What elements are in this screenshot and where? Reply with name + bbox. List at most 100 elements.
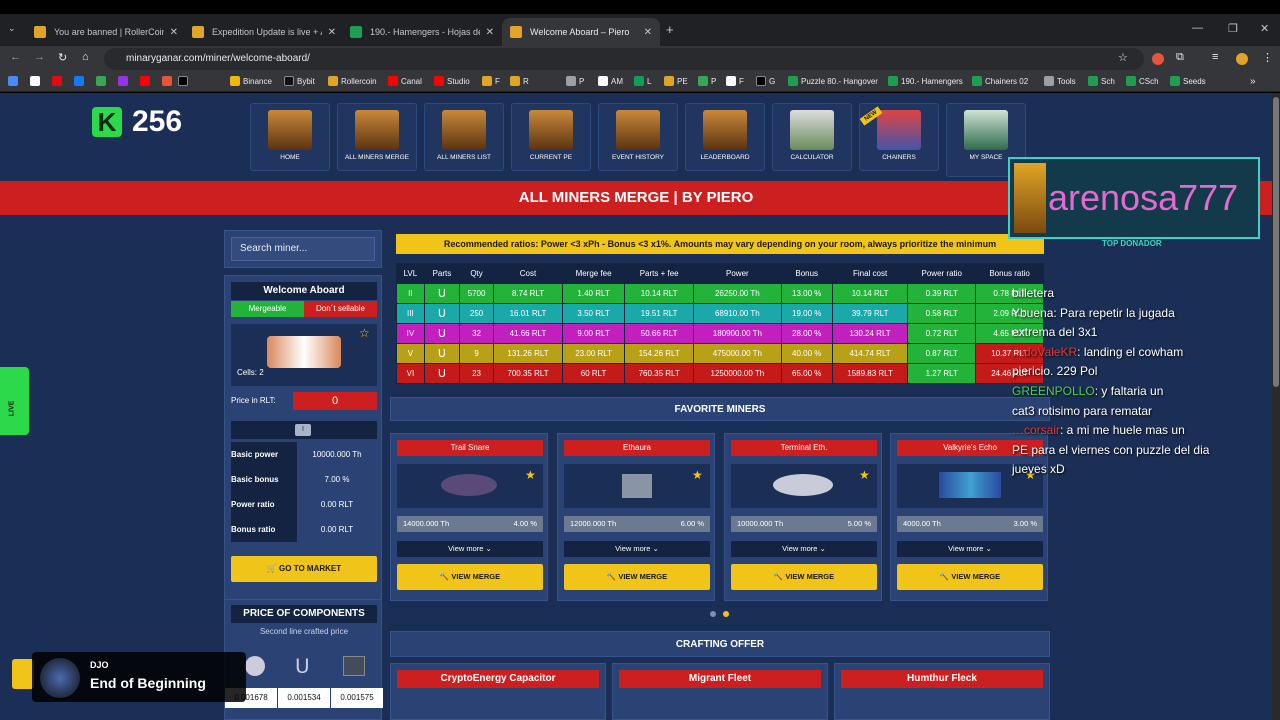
nav-leaderboard[interactable]: LEADERBOARD (685, 103, 765, 171)
minimize-icon[interactable]: — (1192, 22, 1203, 34)
fan-icon (245, 656, 265, 676)
bookmark-icon-5[interactable] (162, 76, 175, 86)
nav-current-pe[interactable]: CURRENT PE (511, 103, 591, 171)
bookmark-icon-1[interactable] (8, 76, 21, 86)
tab-search-icon[interactable]: ⌄ (8, 23, 16, 34)
bookmark-star-icon[interactable]: ☆ (1118, 51, 1128, 64)
bookmark-csch[interactable]: CSch (1126, 76, 1159, 86)
carousel-dot-active[interactable] (723, 611, 729, 617)
new-tab-icon[interactable]: + (666, 22, 674, 37)
nav-all-miners-merge[interactable]: ALL MINERS MERGE (337, 103, 417, 171)
scrollbar[interactable] (1272, 93, 1280, 720)
facebook-icon[interactable] (74, 76, 87, 86)
tab-hamengers[interactable]: 190.- Hamengers - Hojas de cál✕ (342, 18, 502, 46)
nav-home[interactable]: HOME (250, 103, 330, 171)
tab-expedition[interactable]: Expedition Update is live + Adv✕ (184, 18, 344, 46)
more-bookmarks-icon[interactable]: » (1250, 76, 1256, 87)
avatar[interactable] (1236, 53, 1248, 65)
forward-icon[interactable]: → (34, 51, 45, 63)
extension-icon[interactable] (1152, 53, 1164, 65)
go-to-market-button[interactable]: 🛒 GO TO MARKET (231, 556, 377, 582)
maximize-icon[interactable]: ❐ (1228, 22, 1238, 35)
x-icon[interactable] (178, 76, 191, 86)
bookmark-am[interactable]: AM (598, 76, 623, 86)
bookmark-r[interactable]: R (510, 76, 529, 86)
bookmark-sch[interactable]: Sch (1088, 76, 1115, 86)
bookmark-l[interactable]: L (634, 76, 651, 86)
bookmark-icon-4[interactable] (118, 76, 131, 86)
price-label: Price in RLT: (231, 396, 276, 405)
favorite-star-icon[interactable]: ★ (692, 468, 703, 482)
close-icon[interactable]: ✕ (170, 27, 178, 38)
favorite-star-icon[interactable]: ★ (859, 468, 870, 482)
bookmark-f[interactable]: F (482, 76, 500, 86)
bookmark-pe[interactable]: PE (664, 76, 688, 86)
level-slider[interactable]: I (231, 421, 377, 439)
bookmark-puzzle[interactable]: Puzzle 80.- Hangover (788, 76, 878, 86)
bookmark-chainers[interactable]: Chainers 02 (972, 76, 1028, 86)
menu-icon[interactable]: ⋮ (1262, 51, 1273, 64)
view-more-button[interactable]: View more ⌄ (897, 541, 1043, 557)
search-input[interactable]: Search miner... (231, 237, 375, 261)
bookmark-binance[interactable]: Binance (230, 76, 272, 86)
nav-event-history[interactable]: EVENT HISTORY (598, 103, 678, 171)
column-header: Final cost (831, 263, 909, 284)
live-tab[interactable]: LIVE (0, 367, 29, 435)
bookmark-p[interactable]: P (566, 76, 584, 86)
close-icon[interactable]: ✕ (328, 27, 336, 38)
view-more-button[interactable]: View more ⌄ (564, 541, 710, 557)
window-close-icon[interactable]: ✕ (1260, 22, 1269, 35)
donor-label: TOP DONADOR (1102, 239, 1162, 248)
puzzle-icon[interactable]: ⧉ (1176, 51, 1184, 64)
bookmark-tools[interactable]: Tools (1044, 76, 1076, 86)
tab-welcome-aboard[interactable]: Welcome Aboard – Piero ✕ (502, 18, 660, 46)
bookmark-icon-2[interactable] (30, 76, 43, 86)
nav-all-miners-list[interactable]: ALL MINERS LIST (424, 103, 504, 171)
bookmark-rollercoin[interactable]: Rollercoin (328, 76, 377, 86)
tab-rollercoin[interactable]: You are banned | RollerCoin.com✕ (26, 18, 186, 46)
close-icon[interactable]: ✕ (486, 27, 494, 38)
cell-fee: 60 RLT (561, 363, 626, 384)
bookmark-bybit[interactable]: Bybit (284, 76, 315, 86)
gear-button[interactable] (12, 659, 34, 689)
youtube-icon[interactable] (140, 76, 153, 86)
crafting-name: Humthur Fleck (841, 670, 1043, 688)
view-merge-button[interactable]: 🔨 VIEW MERGE (397, 564, 543, 590)
view-more-button[interactable]: View more ⌄ (397, 541, 543, 557)
view-merge-button[interactable]: 🔨 VIEW MERGE (564, 564, 710, 590)
favorite-star-icon[interactable]: ★ (525, 468, 536, 482)
scrollbar-thumb[interactable] (1273, 97, 1279, 387)
my-space-icon (964, 110, 1008, 150)
view-merge-button[interactable]: 🔨 VIEW MERGE (897, 564, 1043, 590)
chat-text: piericio. 229 Pol (1012, 364, 1098, 379)
chat-text: cat3 rotisimo para rematar (1012, 403, 1153, 418)
home-icon[interactable]: ⌂ (82, 51, 89, 63)
price-input[interactable]: 0 (293, 392, 377, 410)
carousel-dot[interactable] (710, 611, 716, 617)
bookmark-canal[interactable]: Canal (388, 76, 422, 86)
column-header: Qty (459, 263, 495, 284)
bookmark-g[interactable]: G (756, 76, 775, 86)
bookmark-p2[interactable]: P (698, 76, 716, 86)
bookmark-studio[interactable]: Studio (434, 76, 470, 86)
media-icon[interactable]: ≡ (1212, 51, 1218, 63)
cell-bonus: 19.00 % (780, 303, 833, 324)
view-merge-button[interactable]: 🔨 VIEW MERGE (731, 564, 877, 590)
bookmark-icon-3[interactable] (96, 76, 109, 86)
url-input[interactable]: minaryganar.com/miner/welcome-aboard/ (104, 48, 1144, 70)
close-icon[interactable]: ✕ (644, 27, 652, 38)
favorite-star-icon[interactable]: ☆ (359, 326, 370, 340)
bookmark-f2[interactable]: F (726, 76, 744, 86)
back-icon[interactable]: ← (10, 51, 21, 63)
view-more-button[interactable]: View more ⌄ (731, 541, 877, 557)
bookmark-seeds[interactable]: Seeds (1170, 76, 1206, 86)
cell-cost: 700.35 RLT (493, 363, 563, 384)
nav-chainers[interactable]: CHAINERS NEW (859, 103, 939, 171)
chat-text: billetera (1012, 286, 1055, 300)
bookmark-hamengers[interactable]: 190.- Hamengers (888, 76, 963, 86)
nav-calculator[interactable]: CALCULATOR (772, 103, 852, 171)
reload-icon[interactable]: ↻ (58, 51, 67, 64)
netflix-icon[interactable] (52, 76, 65, 86)
ethaura-icon (622, 474, 652, 498)
cell-pf: 154.26 RLT (624, 343, 695, 364)
